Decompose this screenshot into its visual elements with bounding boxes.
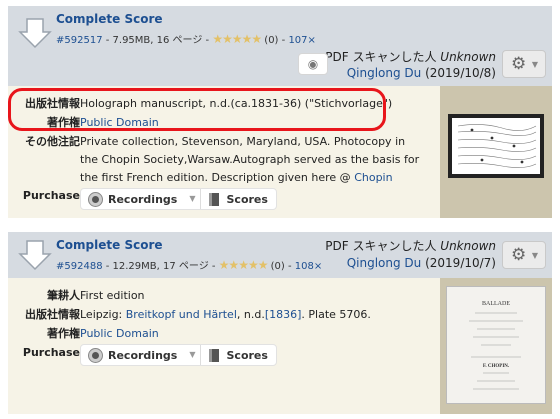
title-page-thumbnail: BALLADE F. CHOPIN.	[469, 301, 523, 390]
score-book-icon	[208, 348, 219, 362]
settings-dropdown-button[interactable]: ⚙ ▼	[502, 50, 546, 78]
scan-info: PDF スキャンした人 Unknown	[325, 50, 496, 64]
thumbnail-panel: BALLADE F. CHOPIN.	[440, 278, 552, 414]
score-thumbnail[interactable]: BALLADE F. CHOPIN.	[446, 286, 546, 404]
recordings-dropdown-icon[interactable]: ▼	[185, 189, 201, 209]
rating-stars[interactable]: ★★★★★	[219, 258, 269, 272]
publisher-value: Leipzig: Breitkopf und Härtel, n.d.[1836…	[80, 308, 371, 321]
copyright-label: 著作権	[47, 327, 80, 340]
score-thumbnail[interactable]	[448, 114, 544, 178]
purchase-label: Purchase	[22, 189, 80, 202]
thumbnail-panel	[440, 86, 552, 218]
download-count[interactable]: 108×	[295, 261, 322, 272]
recordings-dropdown-icon[interactable]: ▼	[185, 345, 201, 365]
score-details: BALLADE F. CHOPIN. 筆耕人 First edition 出版社…	[8, 278, 552, 414]
thumb-composer: F. CHOPIN.	[483, 364, 510, 369]
uploader-link[interactable]: Qinglong Du	[347, 256, 422, 270]
editor-label: 筆耕人	[47, 289, 80, 302]
misc-notes-label: その他注記	[25, 135, 80, 148]
score-meta: #592517 - 7.95MB, 16 ページ - ★★★★★ (0) - 1…	[56, 32, 316, 46]
download-icon[interactable]	[18, 238, 52, 272]
score-meta: #592488 - 12.29MB, 17 ページ - ★★★★★ (0) - …	[56, 258, 323, 272]
uploader-info: Qinglong Du (2019/10/7)	[346, 256, 496, 270]
score-book-icon	[208, 192, 219, 206]
scan-info: PDF スキャンした人 Unknown	[325, 239, 496, 253]
scores-button[interactable]: Scores	[201, 345, 276, 365]
uploader-link[interactable]: Qinglong Du	[347, 66, 422, 80]
rating-stars[interactable]: ★★★★★	[212, 32, 262, 46]
score-id-link[interactable]: #592488	[56, 261, 103, 272]
score-header: Complete Score #592517 - 7.95MB, 16 ページ …	[8, 6, 552, 86]
gear-icon: ⚙	[511, 245, 527, 265]
record-disc-icon	[89, 348, 102, 362]
settings-dropdown-button[interactable]: ⚙ ▼	[502, 241, 546, 269]
highlight-annotation	[8, 88, 386, 131]
score-header: Complete Score #592488 - 12.29MB, 17 ページ…	[8, 232, 552, 278]
purchase-buttons: Recordings ▼ Scores	[80, 344, 277, 366]
recordings-button[interactable]: Recordings	[81, 345, 185, 365]
gear-icon: ⚙	[511, 54, 527, 74]
copyright-link[interactable]: Public Domain	[80, 325, 420, 343]
chevron-down-icon: ▼	[531, 60, 538, 69]
purchase-buttons: Recordings ▼ Scores	[80, 188, 277, 210]
download-icon[interactable]	[18, 16, 52, 50]
download-count[interactable]: 107×	[288, 35, 315, 46]
uploader-info: Qinglong Du (2019/10/8)	[346, 66, 496, 80]
preview-eye-button[interactable]: ◉	[298, 53, 328, 75]
thumb-title: BALLADE	[482, 301, 510, 307]
chevron-down-icon: ▼	[531, 251, 538, 260]
recordings-button[interactable]: Recordings	[81, 189, 185, 209]
purchase-label: Purchase	[22, 346, 80, 359]
score-id-link[interactable]: #592517	[56, 35, 103, 46]
record-disc-icon	[89, 192, 102, 206]
scores-button[interactable]: Scores	[201, 189, 276, 209]
publisher-link[interactable]: Breitkopf und Härtel	[126, 308, 237, 321]
score-title[interactable]: Complete Score	[56, 238, 163, 252]
editor-value: First edition	[80, 289, 145, 302]
publisher-label: 出版社情報	[25, 308, 80, 321]
eye-icon: ◉	[307, 57, 319, 71]
score-title[interactable]: Complete Score	[56, 12, 163, 26]
year-link[interactable]: [1836]	[265, 308, 302, 321]
